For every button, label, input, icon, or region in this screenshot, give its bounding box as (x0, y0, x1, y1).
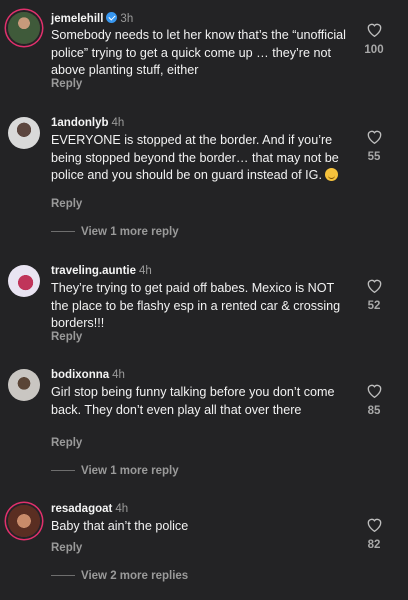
face-with-hand-over-mouth-icon (324, 168, 338, 182)
comment-username[interactable]: jemelehill (51, 13, 103, 25)
view-more-replies-button[interactable]: View 1 more reply (51, 465, 179, 477)
view-more-replies-button[interactable]: View 2 more replies (51, 570, 188, 582)
like-count: 100 (364, 44, 384, 56)
comment-username[interactable]: 1andonlyb (51, 117, 109, 129)
reply-button[interactable]: Reply (51, 78, 82, 90)
reply-button[interactable]: Reply (51, 331, 82, 343)
heart-icon[interactable] (366, 383, 383, 398)
like-group: 52 (354, 278, 394, 312)
comment-time: 4h (111, 117, 125, 129)
view-more-label: View 1 more reply (81, 465, 179, 477)
reply-button[interactable]: Reply (51, 437, 82, 449)
heart-icon[interactable] (366, 517, 383, 532)
view-more-label: View 1 more reply (81, 226, 179, 238)
heart-icon[interactable] (366, 129, 383, 144)
comment-username[interactable]: traveling.auntie (51, 265, 136, 277)
comment-time: 4h (112, 369, 125, 381)
comment-time: 4h (115, 503, 129, 515)
verified-badge-icon (106, 12, 118, 23)
reply-button[interactable]: Reply (51, 198, 82, 210)
like-group: 85 (354, 383, 394, 417)
avatar[interactable] (8, 12, 40, 44)
divider-line (51, 575, 75, 577)
like-count: 82 (367, 539, 381, 551)
comment-text: They’re trying to get paid off babes. Me… (51, 281, 341, 331)
comment-username[interactable]: resadagoat (51, 503, 112, 515)
comment-text: Baby that ain’t the police (51, 519, 189, 533)
like-count: 55 (367, 151, 381, 163)
like-group: 55 (354, 129, 394, 163)
comment-username[interactable]: bodixonna (51, 369, 109, 381)
avatar[interactable] (8, 369, 40, 401)
avatar[interactable] (8, 265, 40, 297)
comment-time: 3h (120, 13, 134, 25)
divider-line (51, 231, 75, 233)
like-count: 52 (367, 300, 381, 312)
view-more-replies-button[interactable]: View 1 more reply (51, 226, 179, 238)
reply-button[interactable]: Reply (51, 542, 82, 554)
comment-text: EVERYONE is stopped at the border. And i… (51, 132, 353, 185)
comments-feed: jemelehill 3h Somebody needs to let her k… (0, 0, 408, 600)
avatar[interactable] (8, 505, 40, 537)
like-group: 82 (354, 517, 394, 551)
avatar[interactable] (8, 117, 40, 149)
heart-icon[interactable] (366, 22, 383, 37)
like-group: 100 (354, 22, 394, 56)
like-count: 85 (367, 405, 381, 417)
comment-time: 4h (139, 265, 152, 277)
comment-text-body: EVERYONE is stopped at the border. And i… (51, 133, 339, 183)
divider-line (51, 470, 75, 472)
comment-text: Somebody needs to let her know that’s th… (51, 28, 346, 78)
comment-text: Girl stop being funny talking before you… (51, 385, 335, 417)
heart-icon[interactable] (366, 278, 383, 293)
view-more-label: View 2 more replies (81, 570, 189, 582)
